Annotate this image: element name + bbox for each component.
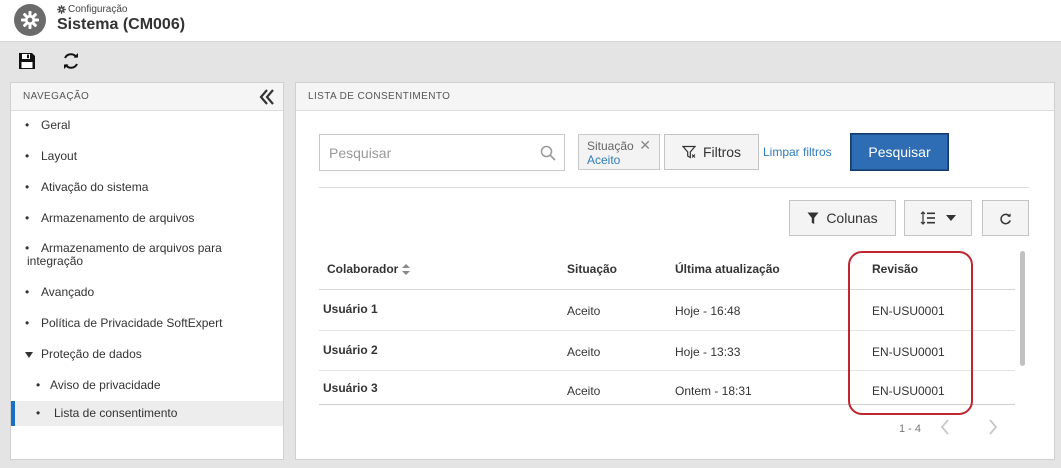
search-icon[interactable] (540, 145, 556, 161)
cell-situacao: Aceito (567, 345, 601, 359)
cell-ultima-atualizacao: Hoje - 16:48 (675, 304, 741, 318)
column-header-situacao[interactable]: Situação (567, 262, 617, 276)
save-button[interactable] (16, 50, 38, 72)
nav-item-label: Lista de consentimento (54, 406, 178, 420)
bullet-icon: • (25, 149, 30, 163)
list-sort-icon (920, 211, 935, 225)
filter-chip-value: Aceito (587, 153, 621, 167)
bullet-icon: • (25, 118, 30, 132)
nav-item-politica[interactable]: • Política de Privacidade SoftExpert (11, 316, 283, 330)
navigation-heading-label: NAVEGAÇÃO (23, 91, 90, 102)
nav-item-label: Avançado (41, 285, 95, 299)
row-divider (319, 330, 1015, 331)
nav-item-aviso-privacidade[interactable]: • Aviso de privacidade (11, 378, 283, 392)
nav-item-label: Layout (41, 149, 78, 163)
gear-icon (14, 4, 46, 36)
nav-item-label: Ativação do sistema (41, 180, 149, 194)
reload-button[interactable] (982, 200, 1029, 236)
chevron-right-icon (989, 419, 998, 435)
toolbar (0, 42, 1061, 80)
search-input[interactable] (320, 135, 520, 170)
nav-item-ativacao[interactable]: • Ativação do sistema (11, 180, 283, 194)
main-heading-label: LISTA DE CONSENTIMENTO (308, 91, 451, 102)
sort-order-button[interactable] (904, 200, 972, 236)
nav-item-label: Aviso de privacidade (50, 378, 161, 392)
chevron-left-icon (940, 419, 949, 435)
cell-situacao: Aceito (567, 304, 601, 318)
save-icon (19, 53, 35, 69)
nav-item-label: Geral (41, 118, 71, 132)
bullet-icon: • (25, 180, 30, 194)
cell-ultima-atualizacao: Ontem - 18:31 (675, 384, 752, 398)
cell-revisao: EN-USU0001 (872, 345, 945, 359)
settings-icon (57, 5, 66, 14)
nav-item-geral[interactable]: • Geral (11, 118, 283, 132)
breadcrumb[interactable]: Configuração (57, 4, 127, 15)
cell-colaborador: Usuário 1 (323, 302, 378, 316)
navigation-heading: NAVEGAÇÃO (11, 83, 283, 111)
filters-button-label: Filtros (702, 144, 742, 160)
nav-item-layout[interactable]: • Layout (11, 149, 283, 163)
caret-down-icon (25, 348, 33, 362)
next-page-button[interactable] (988, 419, 1002, 437)
header-divider (319, 289, 1015, 290)
nav-item-label: Armazenamento de arquivos para integraçã… (27, 241, 222, 268)
refresh-icon (64, 53, 78, 69)
column-header-revisao[interactable]: Revisão (872, 262, 918, 276)
column-header-colaborador[interactable]: Colaborador (327, 262, 411, 276)
table-scrollbar[interactable] (1020, 251, 1025, 366)
caret-down-icon (946, 215, 956, 221)
sort-icon (402, 263, 411, 275)
filter-chip-label: Situação (587, 139, 634, 153)
bullet-icon: • (36, 378, 41, 392)
cell-ultima-atualizacao: Hoje - 13:33 (675, 345, 741, 359)
cell-revisao: EN-USU0001 (872, 384, 945, 398)
nav-item-label: Política de Privacidade SoftExpert (41, 316, 223, 330)
collapse-button[interactable] (259, 88, 275, 106)
column-header-ultima-atualizacao[interactable]: Última atualização (675, 262, 780, 276)
previous-page-button[interactable] (940, 419, 954, 437)
nav-item-label: Proteção de dados (41, 347, 142, 361)
app-header: Configuração Sistema (CM006) (0, 0, 1061, 42)
filters-button[interactable]: Filtros (664, 134, 759, 170)
nav-item-armazenamento-integracao[interactable]: • Armazenamento de arquivos para integraç… (11, 242, 261, 268)
clear-filters-link[interactable]: Limpar filtros (763, 145, 832, 159)
navigation-panel: NAVEGAÇÃO • Geral • Layout • Ativação do si… (10, 82, 284, 460)
search-field[interactable] (319, 134, 565, 171)
nav-item-lista-consentimento[interactable]: • Lista de consentimento (11, 401, 283, 426)
filter-chip-situacao[interactable]: Situação Aceito ✕ (578, 134, 660, 170)
main-heading: LISTA DE CONSENTIMENTO (296, 83, 1054, 111)
close-icon[interactable]: ✕ (639, 137, 651, 154)
breadcrumb-label: Configuração (68, 4, 128, 15)
refresh-icon (1000, 212, 1011, 224)
bullet-icon: • (25, 285, 30, 299)
nav-item-avancado[interactable]: • Avançado (11, 285, 283, 299)
nav-item-protecao-dados[interactable]: Proteção de dados (11, 347, 283, 361)
cell-colaborador: Usuário 2 (323, 343, 378, 357)
main-panel: LISTA DE CONSENTIMENTO Situação Aceito ✕… (295, 82, 1055, 460)
filter-icon (681, 145, 696, 159)
nav-item-armazenamento[interactable]: • Armazenamento de arquivos (11, 211, 283, 225)
bullet-icon: • (25, 211, 30, 225)
pagination-range: 1 - 4 (899, 423, 922, 435)
double-chevron-left-icon (259, 89, 274, 105)
bullet-icon: • (25, 316, 30, 330)
page-title: Sistema (CM006) (57, 16, 186, 33)
divider (319, 187, 1029, 188)
cell-revisao: EN-USU0001 (872, 304, 945, 318)
row-divider (319, 404, 1015, 405)
column-header-label: Colaborador (327, 262, 399, 276)
columns-button[interactable]: Colunas (789, 200, 896, 236)
row-divider (319, 370, 1015, 371)
refresh-button[interactable] (60, 50, 82, 72)
cell-situacao: Aceito (567, 384, 601, 398)
search-button[interactable]: Pesquisar (851, 134, 948, 170)
filter-icon (807, 212, 819, 224)
nav-item-label: Armazenamento de arquivos (41, 211, 195, 225)
cell-colaborador: Usuário 3 (323, 381, 378, 395)
bullet-icon: • (36, 406, 41, 420)
bullet-icon: • (25, 241, 30, 255)
columns-button-label: Colunas (826, 210, 878, 226)
